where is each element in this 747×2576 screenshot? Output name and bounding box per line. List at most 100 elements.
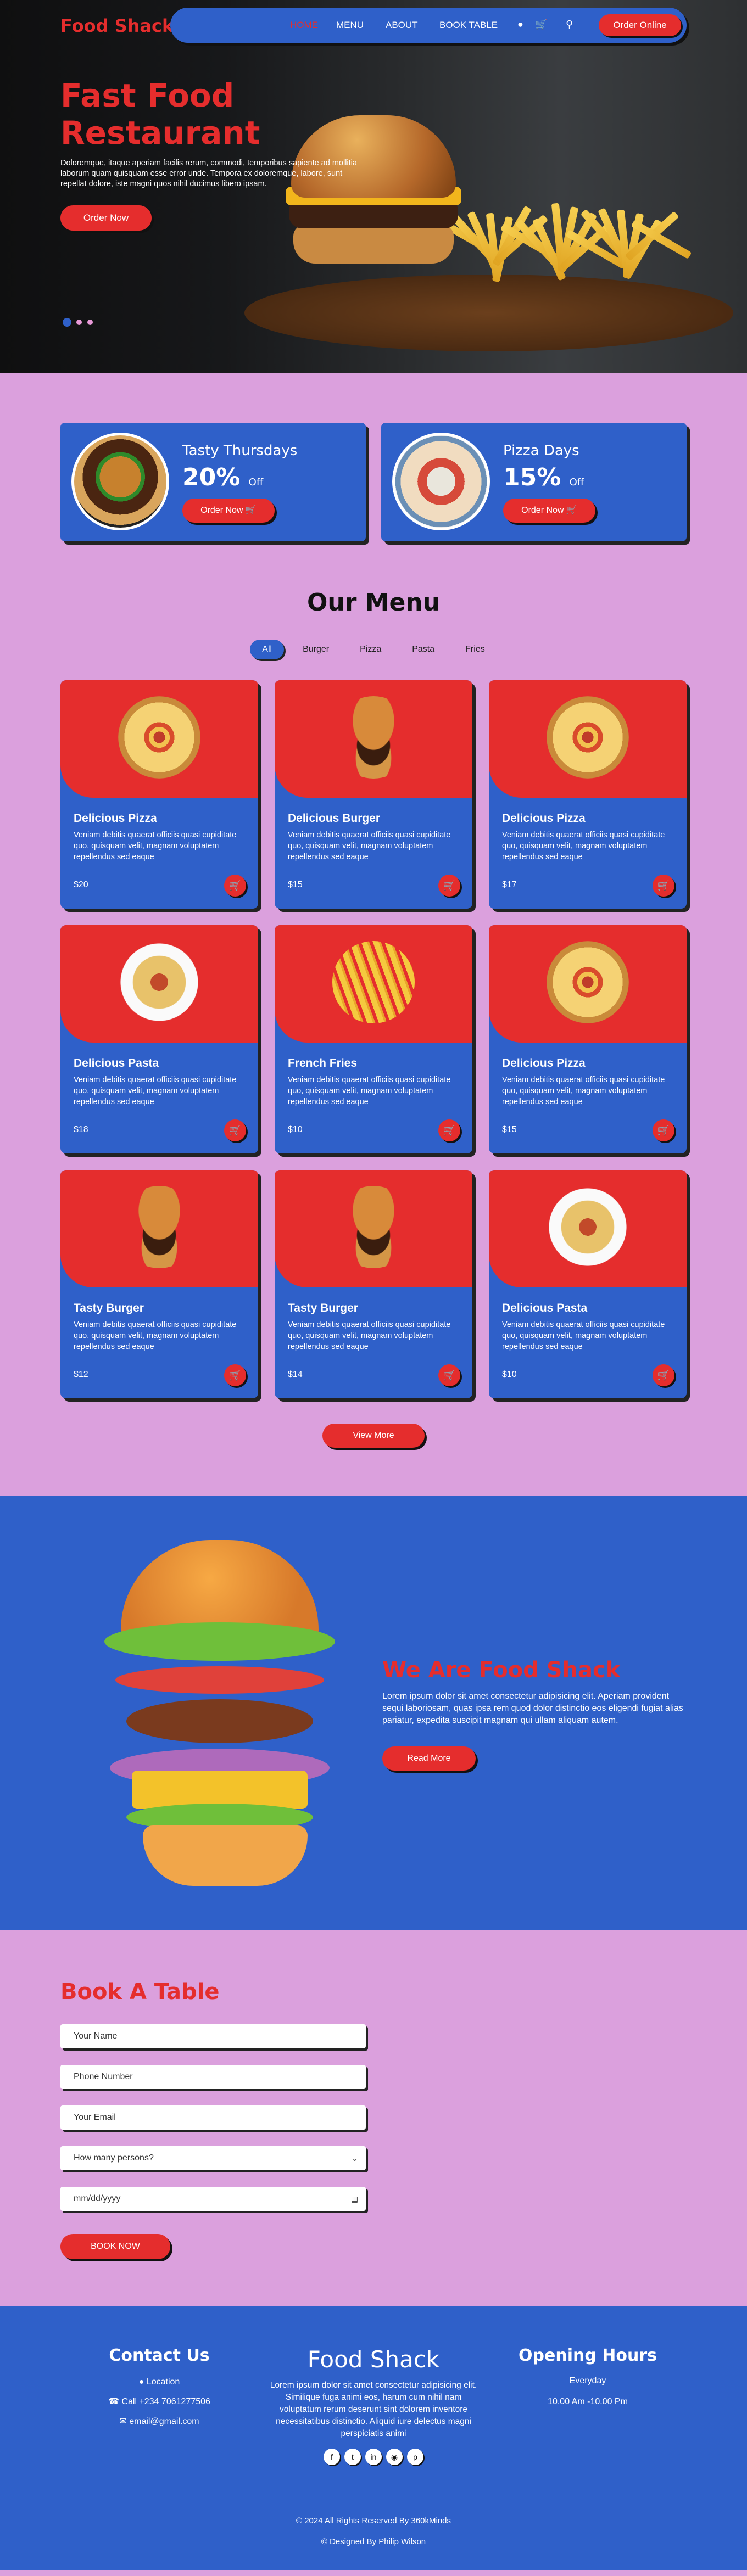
hero-title: Fast Food Restaurant <box>60 77 260 152</box>
filter-all[interactable]: All <box>250 640 285 659</box>
promo-row: Tasty Thursdays 20% Off Order Now 🛒 Pizz… <box>60 423 687 541</box>
order-online-button[interactable]: Order Online <box>599 14 681 36</box>
contact-column: Contact Us ● Location ☎ Call +234 706127… <box>55 2346 264 2427</box>
card-image-area <box>275 680 472 798</box>
view-more-button[interactable]: View More <box>322 1424 425 1448</box>
phone-link[interactable]: ☎ Call +234 7061277506 <box>55 2396 264 2407</box>
filter-pasta[interactable]: Pasta <box>400 640 447 659</box>
cart-icon[interactable]: 🛒 <box>535 19 547 30</box>
cart-icon: 🛒 <box>443 880 456 891</box>
menu-card[interactable]: Tasty Burger Veniam debitis quaerat offic… <box>275 1170 472 1398</box>
card-image-area <box>60 1170 258 1287</box>
card-price: $10 <box>502 1370 517 1379</box>
card-description: Veniam debitis quaerat officiis quasi cu… <box>74 831 237 861</box>
read-more-button[interactable]: Read More <box>382 1746 476 1771</box>
menu-card[interactable]: French Fries Veniam debitis quaerat offic… <box>275 925 472 1153</box>
card-price: $18 <box>74 1125 88 1134</box>
email-link[interactable]: ✉ email@gmail.com <box>55 2416 264 2427</box>
add-to-cart-button[interactable]: 🛒 <box>438 1364 460 1386</box>
footer-about-text: Lorem ipsum dolor sit amet consectetur a… <box>270 2381 477 2438</box>
book-now-button[interactable]: BOOK NOW <box>60 2234 170 2259</box>
about-section: We Are Food Shack Lorem ipsum dolor sit … <box>0 1496 747 1930</box>
card-name: Tasty Burger <box>74 1302 144 1314</box>
burger-image <box>332 696 415 779</box>
promo-card: Pizza Days 15% Off Order Now 🛒 <box>381 423 687 541</box>
instagram-icon[interactable]: ◉ <box>386 2449 403 2465</box>
add-to-cart-button[interactable]: 🛒 <box>224 1119 246 1141</box>
about-column: Food Shack Lorem ipsum dolor sit amet co… <box>269 2346 478 2465</box>
linkedin-icon[interactable]: in <box>365 2449 382 2465</box>
nav-home[interactable]: HOME <box>290 20 318 31</box>
facebook-icon[interactable]: f <box>324 2449 340 2465</box>
main-pink-section: Tasty Thursdays 20% Off Order Now 🛒 Pizz… <box>0 373 747 1448</box>
nav-book-table[interactable]: BOOK TABLE <box>439 20 498 31</box>
phone-field[interactable]: Phone Number <box>60 2065 366 2089</box>
persons-select[interactable]: How many persons? ⌄ <box>60 2146 366 2170</box>
card-price: $20 <box>74 880 88 889</box>
cart-icon: 🛒 <box>228 1125 242 1136</box>
filter-burger[interactable]: Burger <box>291 640 341 659</box>
location-link[interactable]: ● Location <box>55 2377 264 2387</box>
nav-menu[interactable]: MENU <box>336 20 364 31</box>
add-to-cart-button[interactable]: 🛒 <box>224 875 246 897</box>
card-image-area <box>60 680 258 798</box>
calendar-icon[interactable]: ▦ <box>351 2187 358 2211</box>
slide-dot-1[interactable] <box>63 317 71 327</box>
card-description: Veniam debitis quaerat officiis quasi cu… <box>74 1076 237 1106</box>
filter-pizza[interactable]: Pizza <box>348 640 393 659</box>
footer-brand: Food Shack <box>307 2346 440 2373</box>
about-text: Lorem ipsum dolor sit amet consectetur a… <box>382 1692 683 1725</box>
menu-card[interactable]: Delicious Burger Veniam debitis quaerat o… <box>275 680 472 909</box>
card-image-area <box>275 925 472 1043</box>
promo-title: Pizza Days <box>503 443 579 459</box>
menu-card[interactable]: Delicious Pizza Veniam debitis quaerat of… <box>60 680 258 909</box>
cart-icon: 🛒 <box>657 880 670 891</box>
menu-card[interactable]: Delicious Pasta Veniam debitis quaerat of… <box>60 925 258 1153</box>
card-price: $17 <box>502 880 517 889</box>
filter-fries[interactable]: Fries <box>453 640 497 659</box>
pizza-image <box>118 696 200 779</box>
add-to-cart-button[interactable]: 🛒 <box>653 875 674 897</box>
card-name: Delicious Pizza <box>502 812 586 825</box>
card-name: French Fries <box>288 1057 358 1069</box>
menu-card[interactable]: Delicious Pizza Veniam debitis quaerat of… <box>489 680 687 909</box>
date-field[interactable]: mm/dd/yyyy ▦ <box>60 2187 366 2211</box>
add-to-cart-button[interactable]: 🛒 <box>224 1364 246 1386</box>
slide-dot-3[interactable] <box>87 319 93 325</box>
promo-order-button[interactable]: Order Now 🛒 <box>503 499 595 523</box>
user-icon[interactable]: ● <box>517 19 523 30</box>
search-icon[interactable]: ⚲ <box>566 19 573 30</box>
cart-icon: 🛒 <box>657 1125 670 1136</box>
nav-about[interactable]: ABOUT <box>386 20 418 31</box>
nav-bar: HOME MENU ABOUT BOOK TABLE ● 🛒 ⚲ Order O… <box>170 8 687 43</box>
hero-section: Food Shack HOME MENU ABOUT BOOK TABLE ● … <box>0 0 747 373</box>
menu-filters: All Burger Pizza Pasta Fries <box>60 640 687 659</box>
name-field[interactable]: Your Name <box>60 2024 366 2048</box>
add-to-cart-button[interactable]: 🛒 <box>438 875 460 897</box>
card-description: Veniam debitis quaerat officiis quasi cu… <box>502 1320 665 1351</box>
promo-order-button[interactable]: Order Now 🛒 <box>182 499 275 523</box>
menu-card[interactable]: Tasty Burger Veniam debitis quaerat offic… <box>60 1170 258 1398</box>
card-image-area <box>60 925 258 1043</box>
menu-card[interactable]: Delicious Pizza Veniam debitis quaerat of… <box>489 925 687 1153</box>
card-price: $15 <box>502 1125 517 1134</box>
fries-image <box>332 941 415 1023</box>
brand-logo[interactable]: Food Shack <box>60 15 174 36</box>
burger-image <box>118 1186 200 1268</box>
pinterest-icon[interactable]: p <box>407 2449 423 2465</box>
add-to-cart-button[interactable]: 🛒 <box>438 1119 460 1141</box>
card-image-area <box>489 1170 687 1287</box>
fries-image <box>434 198 692 283</box>
wooden-board <box>244 275 733 351</box>
menu-card[interactable]: Delicious Pasta Veniam debitis quaerat of… <box>489 1170 687 1398</box>
add-to-cart-button[interactable]: 🛒 <box>653 1364 674 1386</box>
hero-order-now-button[interactable]: Order Now <box>60 205 152 231</box>
add-to-cart-button[interactable]: 🛒 <box>653 1119 674 1141</box>
about-title: We Are Food Shack <box>382 1657 621 1683</box>
email-field[interactable]: Your Email <box>60 2105 366 2130</box>
pizza-image <box>547 941 629 1023</box>
twitter-icon[interactable]: t <box>344 2449 361 2465</box>
slide-dot-2[interactable] <box>76 319 82 325</box>
cart-icon: 🛒 <box>228 880 242 891</box>
hours-column: Opening Hours Everyday 10.00 Am -10.00 P… <box>483 2346 692 2407</box>
